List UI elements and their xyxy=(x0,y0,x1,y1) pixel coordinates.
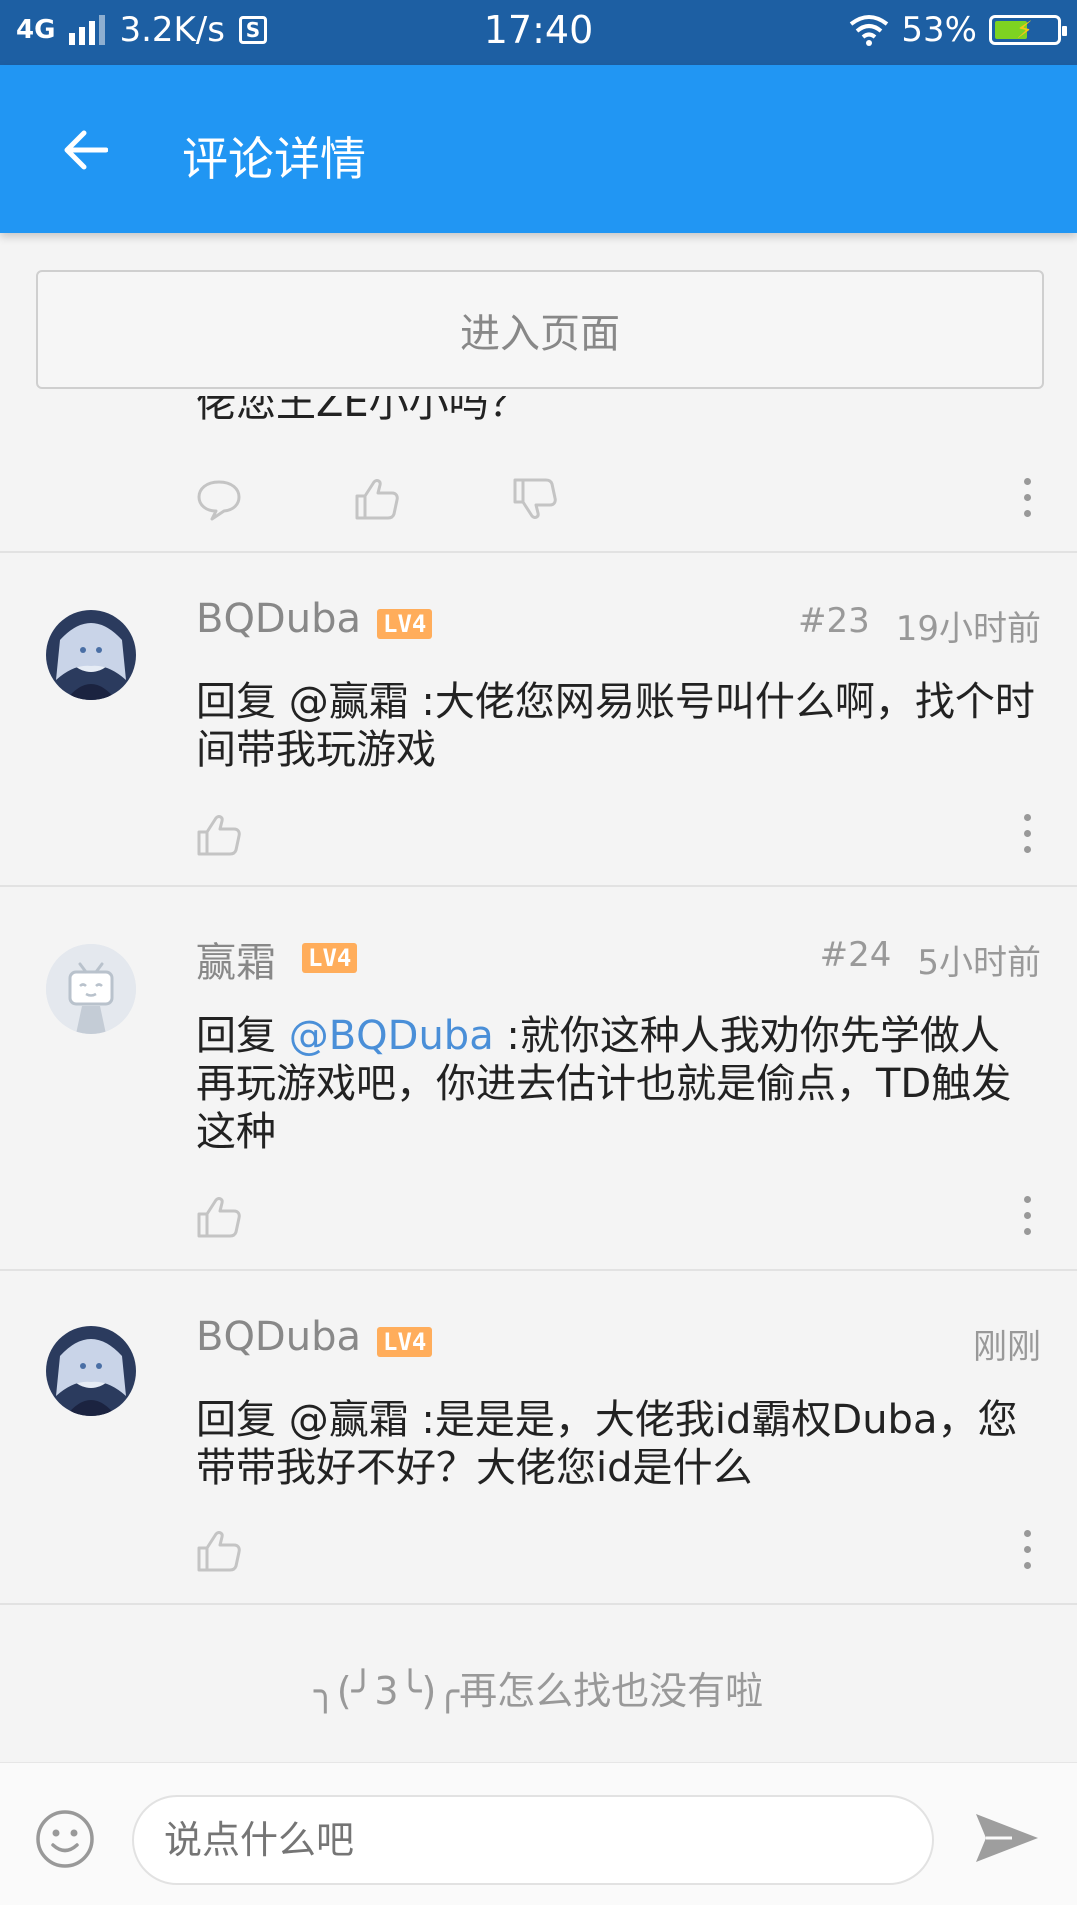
floor-number: #23 xyxy=(797,601,870,641)
comment-actions xyxy=(0,1192,1077,1252)
more-icon[interactable] xyxy=(1023,478,1033,522)
comment-content: 回复 @赢霜 :大佬您网易账号叫什么啊，找个时间带我玩游戏 xyxy=(196,678,1036,774)
username[interactable]: 赢霜 xyxy=(196,930,276,988)
comment-item: BQDuba LV4 刚刚 回复 @赢霜 :是是是，大佬我id霸权Duba，您带… xyxy=(0,1270,1077,1603)
reply-prefix: 回复 @赢霜 : xyxy=(196,679,435,725)
divider xyxy=(0,1603,1077,1605)
mention-link[interactable]: @BQDuba xyxy=(289,1013,494,1059)
reply-prefix: 回复 xyxy=(196,1013,289,1059)
comment-content: 回复 @赢霜 :是是是，大佬我id霸权Duba，您带带我好不好？大佬您id是什么 xyxy=(196,1396,1036,1492)
partial-comment-text: 佬您王ZE小小吗？ xyxy=(196,396,529,426)
battery-icon: ⚡ xyxy=(989,15,1067,45)
battery-percent: 53% xyxy=(901,10,977,50)
more-icon[interactable] xyxy=(1023,814,1033,858)
send-icon[interactable] xyxy=(972,1808,1042,1868)
more-icon[interactable] xyxy=(1023,1530,1033,1574)
comment-actions xyxy=(0,1526,1077,1586)
enter-page-button[interactable]: 进入页面 xyxy=(36,270,1044,389)
status-bar: 4G 3.2K/s S 17:40 53% ⚡ xyxy=(0,0,1077,65)
comment-meta: #23 19小时前 xyxy=(798,601,1041,650)
partial-comment-actions xyxy=(0,474,1077,534)
floor-number: #24 xyxy=(819,935,892,975)
level-badge: LV4 xyxy=(302,943,358,973)
comment-input[interactable] xyxy=(132,1795,934,1885)
end-of-list-text: ╮(╯3╰)╭再怎么找也没有啦 xyxy=(313,1669,764,1713)
page-title: 评论详情 xyxy=(182,132,366,186)
anime-avatar-icon xyxy=(46,610,136,700)
emoji-icon[interactable] xyxy=(34,1808,96,1870)
wifi-icon xyxy=(850,15,889,46)
anime-avatar-icon xyxy=(46,1326,136,1416)
avatar[interactable] xyxy=(46,944,136,1034)
app-bar: 评论详情 xyxy=(0,65,1077,233)
comment-meta: #24 5小时前 xyxy=(820,935,1041,984)
thumbs-up-icon[interactable] xyxy=(194,810,244,860)
more-icon[interactable] xyxy=(1023,1196,1033,1240)
comment-icon[interactable] xyxy=(194,474,244,524)
reply-prefix: 回复 @赢霜 : xyxy=(196,1397,435,1443)
username[interactable]: BQDuba xyxy=(196,1314,361,1360)
thumbs-up-icon[interactable] xyxy=(194,1192,244,1242)
thumbs-down-icon[interactable] xyxy=(510,474,560,524)
level-badge: LV4 xyxy=(377,609,433,639)
default-tv-avatar-icon xyxy=(46,944,136,1034)
comment-actions xyxy=(0,810,1077,870)
comment-input-bar xyxy=(0,1762,1077,1905)
thumbs-up-icon[interactable] xyxy=(352,474,402,524)
charging-icon: ⚡ xyxy=(1016,16,1033,44)
comment-item: BQDuba LV4 #23 19小时前 回复 @赢霜 :大佬您网易账号叫什么啊… xyxy=(0,552,1077,885)
username[interactable]: BQDuba xyxy=(196,596,361,642)
thumbs-up-icon[interactable] xyxy=(194,1526,244,1576)
comment-content: 回复 @BQDuba :就你这种人我劝你先学做人再玩游戏吧，你进去估计也就是偷点… xyxy=(196,1012,1036,1156)
arrow-left-icon xyxy=(64,130,108,170)
back-button[interactable] xyxy=(50,115,120,185)
timestamp: 刚刚 xyxy=(973,1327,1041,1367)
avatar[interactable] xyxy=(46,1326,136,1416)
timestamp: 19小时前 xyxy=(895,609,1041,649)
comment-item: 赢霜 LV4 #24 5小时前 回复 @BQDuba :就你这种人我劝你先学做人… xyxy=(0,886,1077,1269)
comment-meta: 刚刚 xyxy=(973,1319,1041,1368)
level-badge: LV4 xyxy=(377,1327,433,1357)
avatar[interactable] xyxy=(46,610,136,700)
status-right: 53% ⚡ xyxy=(849,10,1067,50)
timestamp: 5小时前 xyxy=(917,943,1041,983)
